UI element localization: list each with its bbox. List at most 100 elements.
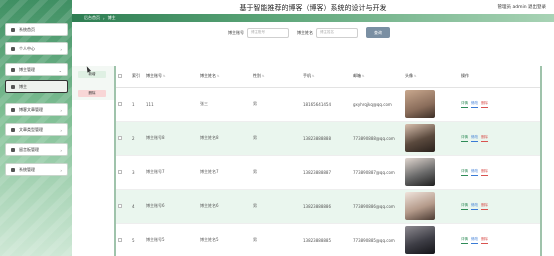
user-icon <box>11 46 15 51</box>
cell-index: 4 <box>130 189 144 224</box>
sidebar-item-profile[interactable]: 个人中心 › <box>5 42 68 55</box>
detail-link[interactable]: 详情 <box>461 237 468 244</box>
account-search-input[interactable]: 博主账号 <box>247 27 289 38</box>
cell-ops: 详情 修改 删除 <box>459 189 540 224</box>
sidebar-item-label: 博主管理 <box>19 66 35 72</box>
detail-link[interactable]: 详情 <box>461 169 468 176</box>
remove-link[interactable]: 删除 <box>481 135 488 142</box>
delete-button[interactable]: 删除 <box>78 90 106 97</box>
breadcrumb-home[interactable]: 后台首页 <box>84 15 100 21</box>
cell-name: 博主姓名8 <box>198 121 251 156</box>
row-checkbox[interactable] <box>116 189 130 224</box>
gear-icon <box>11 167 15 172</box>
cell-index: 5 <box>130 223 144 256</box>
sidebar-item-label: 系统首页 <box>19 26 35 32</box>
cell-ops: 详情 修改 删除 <box>459 223 540 256</box>
page-title: 基于智能推荐的博客（博客）系统的设计与开发 <box>239 4 387 12</box>
sidebar-item-article-types[interactable]: 文章类型管理 › <box>5 123 68 136</box>
table-row: 5 博主账号5 博主姓名5 男 13823888885 773890885@qq… <box>116 223 540 256</box>
table-row: 4 博主账号6 博主姓名6 男 13823888886 773890886@qq… <box>116 189 540 224</box>
remove-link[interactable]: 删除 <box>481 101 488 108</box>
sidebar-item-label: 个人中心 <box>19 45 35 51</box>
cell-account: 博主账号8 <box>144 121 198 156</box>
cell-account: 博主账号6 <box>144 189 198 224</box>
table-row: 3 博主账号7 博主姓名7 男 13823888887 773890887@qq… <box>116 155 540 190</box>
row-checkbox[interactable] <box>116 223 130 256</box>
name-search-input[interactable]: 博主姓名 <box>316 27 358 38</box>
cell-avatar <box>403 223 459 256</box>
column-header-ops: 操作 <box>459 66 540 88</box>
sort-icon: ⇅ <box>362 74 365 79</box>
remove-link[interactable]: 删除 <box>481 169 488 176</box>
breadcrumb: 后台首页 › 博主 <box>72 14 554 22</box>
remove-link[interactable]: 删除 <box>481 237 488 244</box>
column-header-gender[interactable]: 性别⇅ <box>251 66 301 88</box>
remove-link[interactable]: 删除 <box>481 203 488 210</box>
cell-email: 773890885@qq.com <box>351 223 403 256</box>
cell-name: 博主姓名6 <box>198 189 251 224</box>
avatar <box>405 124 435 152</box>
edit-link[interactable]: 修改 <box>471 203 478 210</box>
cell-email: 773890888@qq.com <box>351 121 403 156</box>
column-header-name[interactable]: 博主姓名⇅ <box>198 66 251 88</box>
row-checkbox[interactable] <box>116 121 130 156</box>
chevron-right-icon: › <box>60 47 62 52</box>
user-info[interactable]: 管理员 admin 退出登录 <box>498 4 546 10</box>
edit-link[interactable]: 修改 <box>471 101 478 108</box>
cell-phone: 13823888885 <box>301 223 351 256</box>
chevron-right-icon: › <box>60 128 62 133</box>
sidebar-item-blogger[interactable]: 博主 <box>5 80 68 93</box>
sidebar-item-label: 博主 <box>19 83 27 89</box>
sidebar-item-home[interactable]: 系统首页 <box>5 23 68 36</box>
cell-phone: 13823888888 <box>301 121 351 156</box>
cell-index: 2 <box>130 121 144 156</box>
sidebar-item-label: 留言板管理 <box>19 146 39 152</box>
column-header-phone[interactable]: 手机⇅ <box>301 66 351 88</box>
cell-name: 张三 <box>198 87 251 122</box>
cell-account: 博主账号7 <box>144 155 198 190</box>
table-row: 1 111 张三 男 18165641454 gxyhrqjkq@qq.com … <box>116 87 540 122</box>
add-button[interactable]: 新增 <box>78 71 106 78</box>
sidebar-item-system[interactable]: 系统管理 › <box>5 163 68 176</box>
sidebar-item-messages[interactable]: 留言板管理 › <box>5 143 68 156</box>
detail-link[interactable]: 详情 <box>461 101 468 108</box>
avatar <box>405 90 435 118</box>
edit-link[interactable]: 修改 <box>471 135 478 142</box>
column-header-email[interactable]: 邮箱⇅ <box>351 66 403 88</box>
cell-email: gxyhrqjkq@qq.com <box>351 87 403 122</box>
detail-link[interactable]: 详情 <box>461 135 468 142</box>
home-icon <box>11 27 15 32</box>
select-all-checkbox[interactable] <box>116 66 130 88</box>
sort-icon: ⇅ <box>217 74 220 79</box>
cell-phone: 13823888886 <box>301 189 351 224</box>
tag-icon <box>11 127 15 132</box>
cell-account: 博主账号5 <box>144 223 198 256</box>
sidebar-item-label: 博客文章管理 <box>19 106 43 112</box>
column-header-avatar[interactable]: 头像⇅ <box>403 66 459 88</box>
row-checkbox[interactable] <box>116 87 130 122</box>
breadcrumb-separator: › <box>103 15 105 21</box>
edit-link[interactable]: 修改 <box>471 169 478 176</box>
cell-avatar <box>403 121 459 156</box>
cell-gender: 男 <box>251 223 301 256</box>
action-panel: 新增 删除 <box>72 66 114 100</box>
sort-icon: ⇅ <box>163 74 166 79</box>
sidebar-item-articles[interactable]: 博客文章管理 › <box>5 103 68 116</box>
blogger-table: 索引 博主账号⇅ 博主姓名⇅ 性别⇅ 手机⇅ 邮箱⇅ 头像⇅ 操作 1 111 … <box>114 66 546 256</box>
sidebar-item-blogger-mgmt[interactable]: 博主管理 ⌄ <box>5 63 68 76</box>
name-label: 博主姓名 <box>297 29 313 35</box>
table-header-row: 索引 博主账号⇅ 博主姓名⇅ 性别⇅ 手机⇅ 邮箱⇅ 头像⇅ 操作 <box>116 66 540 88</box>
chevron-right-icon: › <box>60 108 62 113</box>
cell-avatar <box>403 155 459 190</box>
cell-email: 773890887@qq.com <box>351 155 403 190</box>
message-icon <box>11 147 15 152</box>
user-icon <box>11 84 15 89</box>
column-header-account[interactable]: 博主账号⇅ <box>144 66 198 88</box>
row-checkbox[interactable] <box>116 155 130 190</box>
detail-link[interactable]: 详情 <box>461 203 468 210</box>
cell-ops: 详情 修改 删除 <box>459 121 540 156</box>
table-row: 2 博主账号8 博主姓名8 男 13823888888 773890888@qq… <box>116 121 540 156</box>
edit-link[interactable]: 修改 <box>471 237 478 244</box>
cell-gender: 男 <box>251 189 301 224</box>
search-button[interactable]: 查询 <box>366 27 390 38</box>
